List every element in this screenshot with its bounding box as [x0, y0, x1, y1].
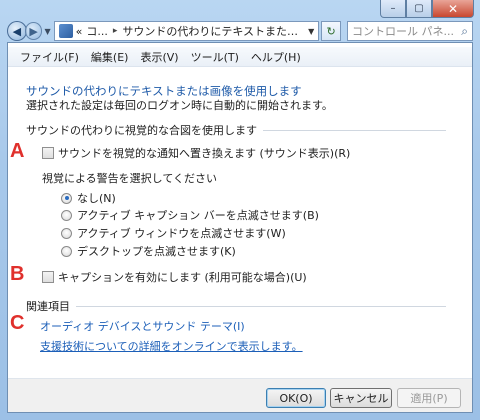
search-input[interactable]: コントロール パネ...	[352, 23, 461, 39]
assistive-tech-online-link[interactable]: 支援技術についての詳細をオンラインで表示します。	[40, 338, 303, 354]
related-header-text: 関連項目	[26, 300, 70, 313]
menu-tools[interactable]: ツール(T)	[185, 49, 245, 65]
address-overflow[interactable]: «	[76, 25, 83, 38]
apply-button[interactable]: 適用(P)	[397, 388, 461, 408]
address-crumb-parent[interactable]: コ...	[86, 23, 108, 39]
address-crumb-current[interactable]: サウンドの代わりにテキストまたは画...	[122, 23, 304, 39]
cancel-button[interactable]: キャンセル	[330, 388, 392, 408]
forward-arrow-icon: ▶	[29, 24, 38, 38]
button-bar: OK(O) キャンセル 適用(P)	[8, 378, 472, 412]
section-header-text: サウンドの代わりに視覚的な合図を使用します	[26, 124, 257, 137]
radio-flash-caption-button[interactable]	[61, 209, 72, 221]
sound-sentry-checkbox[interactable]	[42, 147, 54, 159]
related-divider	[76, 305, 446, 307]
captions-checkbox[interactable]	[42, 271, 54, 283]
radio-none-label[interactable]: なし(N)	[77, 190, 116, 206]
menu-help[interactable]: ヘルプ(H)	[245, 49, 307, 65]
close-button[interactable]: ✕	[432, 0, 474, 18]
content-pane: サウンドの代わりにテキストまたは画像を使用します 選択された設定は毎回のログオン…	[8, 68, 472, 380]
maximize-button[interactable]: ▢	[406, 0, 432, 18]
menu-view[interactable]: 表示(V)	[134, 49, 184, 65]
refresh-button[interactable]: ↻	[321, 21, 341, 41]
address-bar[interactable]: « コ... ▸ サウンドの代わりにテキストまたは画... ▼	[53, 21, 320, 41]
marker-c: C	[10, 312, 25, 334]
caption-buttons: – ▢ ✕	[380, 0, 474, 20]
audio-devices-link[interactable]: オーディオ デバイスとサウンド テーマ(I)	[40, 318, 245, 334]
radio-flash-caption[interactable]: アクティブ キャプション バーを点滅させます(B)	[61, 207, 319, 223]
menu-file[interactable]: ファイル(F)	[14, 49, 85, 65]
back-button[interactable]: ◀	[7, 21, 27, 41]
search-icon[interactable]: ⌕	[461, 24, 468, 39]
radio-flash-desktop-button[interactable]	[61, 245, 72, 257]
refresh-icon: ↻	[326, 24, 336, 38]
radio-none-button[interactable]	[61, 192, 72, 204]
related-section-header: 関連項目	[26, 298, 446, 314]
visual-warning-label: 視覚による警告を選択してください	[42, 172, 218, 185]
radio-flash-caption-label[interactable]: アクティブ キャプション バーを点滅させます(B)	[77, 207, 319, 223]
forward-button[interactable]: ▶	[24, 22, 43, 40]
menu-bar: ファイル(F) 編集(E) 表示(V) ツール(T) ヘルプ(H)	[8, 47, 472, 67]
control-panel-icon	[58, 24, 73, 38]
radio-flash-desktop[interactable]: デスクトップを点滅させます(K)	[61, 243, 236, 259]
sound-sentry-label[interactable]: サウンドを視覚的な通知へ置き換えます (サウンド表示)(R)	[58, 145, 350, 161]
page-subtitle: 選択された設定は毎回のログオン時に自動的に開始されます。	[26, 99, 333, 112]
sound-sentry-row[interactable]: サウンドを視覚的な通知へ置き換えます (サウンド表示)(R)	[42, 145, 350, 161]
menu-edit[interactable]: 編集(E)	[85, 49, 135, 65]
navigation-bar: ◀ ▶ ▼ « コ... ▸ サウンドの代わりにテキストまたは画... ▼ ↻ …	[7, 20, 473, 42]
radio-flash-window[interactable]: アクティブ ウィンドウを点滅させます(W)	[61, 225, 286, 241]
ok-button[interactable]: OK(O)	[266, 388, 326, 408]
address-dropdown-icon[interactable]: ▼	[304, 27, 314, 36]
window-frame: – ▢ ✕ ◀ ▶ ▼ « コ... ▸ サウンドの代わりにテキストまたは画..…	[0, 0, 480, 420]
marker-b: B	[10, 263, 25, 285]
section-divider	[263, 129, 446, 131]
radio-flash-window-label[interactable]: アクティブ ウィンドウを点滅させます(W)	[77, 225, 286, 241]
captions-label[interactable]: キャプションを有効にします (利用可能な場合)(U)	[58, 269, 307, 285]
history-dropdown-icon[interactable]: ▼	[44, 27, 50, 36]
back-arrow-icon: ◀	[12, 24, 22, 38]
radio-none[interactable]: なし(N)	[61, 190, 116, 206]
radio-flash-window-button[interactable]	[61, 227, 72, 239]
radio-flash-desktop-label[interactable]: デスクトップを点滅させます(K)	[77, 243, 236, 259]
marker-a: A	[10, 140, 25, 162]
section-header-visual-cues: サウンドの代わりに視覚的な合図を使用します	[26, 122, 446, 138]
address-separator-icon[interactable]: ▸	[113, 26, 118, 36]
captions-row[interactable]: キャプションを有効にします (利用可能な場合)(U)	[42, 269, 307, 285]
minimize-button[interactable]: –	[380, 0, 406, 18]
search-box[interactable]: コントロール パネ... ⌕	[346, 21, 473, 41]
